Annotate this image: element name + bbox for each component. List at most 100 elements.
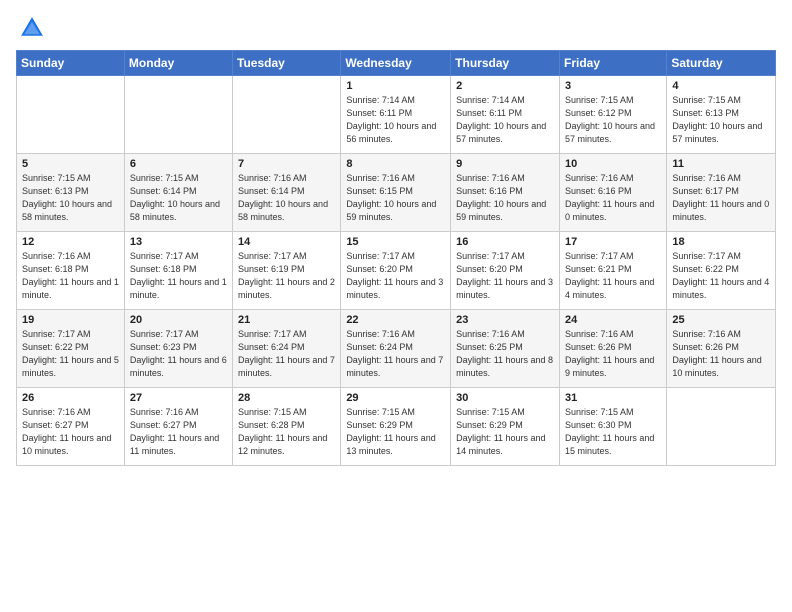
day-number: 19 (22, 314, 119, 326)
weekday-tuesday: Tuesday (233, 51, 341, 76)
day-info: Sunrise: 7:17 AM Sunset: 6:20 PM Dayligh… (456, 250, 554, 302)
weekday-monday: Monday (124, 51, 232, 76)
day-cell: 10 Sunrise: 7:16 AM Sunset: 6:16 PM Dayli… (559, 154, 666, 232)
day-info: Sunrise: 7:16 AM Sunset: 6:15 PM Dayligh… (346, 172, 445, 224)
day-info: Sunrise: 7:16 AM Sunset: 6:27 PM Dayligh… (22, 406, 119, 458)
day-info: Sunrise: 7:17 AM Sunset: 6:23 PM Dayligh… (130, 328, 227, 380)
day-cell: 7Sunrise: 7:16 AM Sunset: 6:14 PM Daylig… (233, 154, 341, 232)
day-info: Sunrise: 7:16 AM Sunset: 6:26 PM Dayligh… (672, 328, 770, 380)
day-cell: 4 Sunrise: 7:15 AM Sunset: 6:13 PM Daylig… (667, 76, 776, 154)
week-row-1: 1 Sunrise: 7:14 AM Sunset: 6:11 PM Daylig… (17, 76, 776, 154)
day-info: Sunrise: 7:16 AM Sunset: 6:24 PM Dayligh… (346, 328, 445, 380)
day-number: 25 (672, 314, 770, 326)
day-number: 5 (22, 158, 119, 170)
day-cell: 2Sunrise: 7:14 AM Sunset: 6:11 PM Daylig… (451, 76, 560, 154)
day-cell: 8 Sunrise: 7:16 AM Sunset: 6:15 PM Daylig… (341, 154, 451, 232)
day-cell: 23Sunrise: 7:16 AM Sunset: 6:25 PM Dayli… (451, 310, 560, 388)
day-info: Sunrise: 7:16 AM Sunset: 6:25 PM Dayligh… (456, 328, 554, 380)
day-cell: 17 Sunrise: 7:17 AM Sunset: 6:21 PM Dayli… (559, 232, 666, 310)
weekday-thursday: Thursday (451, 51, 560, 76)
weekday-saturday: Saturday (667, 51, 776, 76)
week-row-5: 26 Sunrise: 7:16 AM Sunset: 6:27 PM Dayli… (17, 388, 776, 466)
day-info: Sunrise: 7:16 AM Sunset: 6:17 PM Dayligh… (672, 172, 770, 224)
day-number: 16 (456, 236, 554, 248)
day-number: 6 (130, 158, 227, 170)
day-info: Sunrise: 7:17 AM Sunset: 6:22 PM Dayligh… (22, 328, 119, 380)
day-number: 31 (565, 392, 661, 404)
weekday-friday: Friday (559, 51, 666, 76)
day-number: 20 (130, 314, 227, 326)
day-cell: 20 Sunrise: 7:17 AM Sunset: 6:23 PM Dayli… (124, 310, 232, 388)
day-cell: 15 Sunrise: 7:17 AM Sunset: 6:20 PM Dayli… (341, 232, 451, 310)
day-info: Sunrise: 7:15 AM Sunset: 6:29 PM Dayligh… (346, 406, 445, 458)
day-number: 10 (565, 158, 661, 170)
day-info: Sunrise: 7:17 AM Sunset: 6:24 PM Dayligh… (238, 328, 335, 380)
weekday-header-row: SundayMondayTuesdayWednesdayThursdayFrid… (17, 51, 776, 76)
calendar: SundayMondayTuesdayWednesdayThursdayFrid… (16, 50, 776, 466)
day-number: 29 (346, 392, 445, 404)
day-info: Sunrise: 7:16 AM Sunset: 6:27 PM Dayligh… (130, 406, 227, 458)
day-number: 12 (22, 236, 119, 248)
day-number: 8 (346, 158, 445, 170)
day-number: 9 (456, 158, 554, 170)
day-info: Sunrise: 7:15 AM Sunset: 6:28 PM Dayligh… (238, 406, 335, 458)
day-number: 17 (565, 236, 661, 248)
day-info: Sunrise: 7:17 AM Sunset: 6:21 PM Dayligh… (565, 250, 661, 302)
day-cell: 30Sunrise: 7:15 AM Sunset: 6:29 PM Dayli… (451, 388, 560, 466)
day-info: Sunrise: 7:15 AM Sunset: 6:30 PM Dayligh… (565, 406, 661, 458)
day-cell: 28 Sunrise: 7:15 AM Sunset: 6:28 PM Dayli… (233, 388, 341, 466)
day-cell: 13 Sunrise: 7:17 AM Sunset: 6:18 PM Dayli… (124, 232, 232, 310)
day-cell: 31 Sunrise: 7:15 AM Sunset: 6:30 PM Dayli… (559, 388, 666, 466)
weekday-wednesday: Wednesday (341, 51, 451, 76)
day-number: 21 (238, 314, 335, 326)
day-number: 18 (672, 236, 770, 248)
day-cell: 5 Sunrise: 7:15 AM Sunset: 6:13 PM Daylig… (17, 154, 125, 232)
day-info: Sunrise: 7:15 AM Sunset: 6:12 PM Dayligh… (565, 94, 661, 146)
header (16, 10, 776, 42)
day-info: Sunrise: 7:15 AM Sunset: 6:13 PM Dayligh… (22, 172, 119, 224)
day-info: Sunrise: 7:15 AM Sunset: 6:13 PM Dayligh… (672, 94, 770, 146)
day-cell: 26 Sunrise: 7:16 AM Sunset: 6:27 PM Dayli… (17, 388, 125, 466)
day-info: Sunrise: 7:16 AM Sunset: 6:26 PM Dayligh… (565, 328, 661, 380)
day-cell: 21 Sunrise: 7:17 AM Sunset: 6:24 PM Dayli… (233, 310, 341, 388)
day-info: Sunrise: 7:14 AM Sunset: 6:11 PM Dayligh… (346, 94, 445, 146)
day-number: 3 (565, 80, 661, 92)
weekday-sunday: Sunday (17, 51, 125, 76)
day-cell: 27 Sunrise: 7:16 AM Sunset: 6:27 PM Dayli… (124, 388, 232, 466)
day-info: Sunrise: 7:15 AM Sunset: 6:29 PM Dayligh… (456, 406, 554, 458)
day-number: 11 (672, 158, 770, 170)
day-number: 14 (238, 236, 335, 248)
day-cell: 11 Sunrise: 7:16 AM Sunset: 6:17 PM Dayli… (667, 154, 776, 232)
day-number: 24 (565, 314, 661, 326)
day-number: 15 (346, 236, 445, 248)
day-number: 4 (672, 80, 770, 92)
day-info: Sunrise: 7:16 AM Sunset: 6:16 PM Dayligh… (565, 172, 661, 224)
day-cell (17, 76, 125, 154)
day-number: 28 (238, 392, 335, 404)
day-cell: 12Sunrise: 7:16 AM Sunset: 6:18 PM Dayli… (17, 232, 125, 310)
day-info: Sunrise: 7:17 AM Sunset: 6:22 PM Dayligh… (672, 250, 770, 302)
day-number: 26 (22, 392, 119, 404)
day-number: 2 (456, 80, 554, 92)
day-info: Sunrise: 7:17 AM Sunset: 6:19 PM Dayligh… (238, 250, 335, 302)
day-cell: 9Sunrise: 7:16 AM Sunset: 6:16 PM Daylig… (451, 154, 560, 232)
day-cell: 18 Sunrise: 7:17 AM Sunset: 6:22 PM Dayli… (667, 232, 776, 310)
week-row-4: 19 Sunrise: 7:17 AM Sunset: 6:22 PM Dayli… (17, 310, 776, 388)
day-cell: 29 Sunrise: 7:15 AM Sunset: 6:29 PM Dayli… (341, 388, 451, 466)
day-number: 27 (130, 392, 227, 404)
day-cell: 1 Sunrise: 7:14 AM Sunset: 6:11 PM Daylig… (341, 76, 451, 154)
day-info: Sunrise: 7:15 AM Sunset: 6:14 PM Dayligh… (130, 172, 227, 224)
day-number: 1 (346, 80, 445, 92)
week-row-3: 12Sunrise: 7:16 AM Sunset: 6:18 PM Dayli… (17, 232, 776, 310)
day-cell (667, 388, 776, 466)
day-number: 13 (130, 236, 227, 248)
day-cell: 24 Sunrise: 7:16 AM Sunset: 6:26 PM Dayli… (559, 310, 666, 388)
day-cell (233, 76, 341, 154)
day-info: Sunrise: 7:17 AM Sunset: 6:18 PM Dayligh… (130, 250, 227, 302)
day-info: Sunrise: 7:16 AM Sunset: 6:14 PM Dayligh… (238, 172, 335, 224)
page: SundayMondayTuesdayWednesdayThursdayFrid… (0, 0, 792, 612)
week-row-2: 5 Sunrise: 7:15 AM Sunset: 6:13 PM Daylig… (17, 154, 776, 232)
day-cell: 16 Sunrise: 7:17 AM Sunset: 6:20 PM Dayli… (451, 232, 560, 310)
day-cell: 14 Sunrise: 7:17 AM Sunset: 6:19 PM Dayli… (233, 232, 341, 310)
day-info: Sunrise: 7:17 AM Sunset: 6:20 PM Dayligh… (346, 250, 445, 302)
